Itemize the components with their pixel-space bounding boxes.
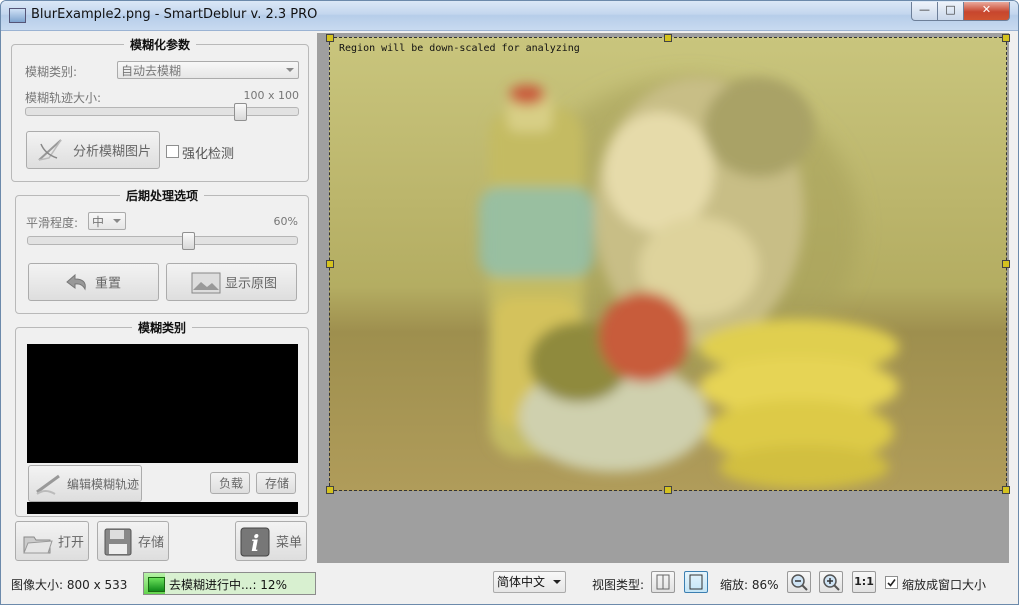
- blur-size-value: 100 x 100: [243, 89, 300, 102]
- analysis-region-selection[interactable]: [329, 37, 1007, 491]
- selection-handle[interactable]: [326, 34, 334, 42]
- edit-kernel-button[interactable]: 编辑模糊轨迹: [28, 465, 142, 502]
- selection-handle[interactable]: [1002, 486, 1010, 494]
- smooth-slider-thumb[interactable]: [182, 232, 195, 250]
- analyze-blur-label: 分析模糊图片: [73, 144, 152, 160]
- smooth-slider[interactable]: [27, 232, 298, 250]
- zoom-out-button[interactable]: [787, 571, 811, 593]
- save-kernel-label: 存储: [265, 476, 290, 491]
- blur-size-slider-thumb[interactable]: [234, 103, 247, 121]
- app-icon: [9, 8, 26, 23]
- show-original-label: 显示原图: [225, 276, 278, 292]
- split-view-button[interactable]: [651, 571, 675, 593]
- blur-kernel-group: 模糊类别 编辑模糊轨迹 负载 存储: [15, 321, 309, 517]
- smooth-label: 平滑程度:: [26, 216, 79, 230]
- smooth-value: 中: [92, 215, 105, 229]
- post-processing-title: 后期处理选项: [119, 189, 204, 203]
- image-size-readout: 图像大小: 800 x 533: [11, 578, 128, 592]
- kernel-preview-strip: [27, 502, 298, 514]
- language-value: 简体中文: [497, 575, 546, 589]
- chevron-down-icon: [553, 580, 561, 584]
- enhance-checkbox[interactable]: [166, 145, 179, 158]
- zoom-in-icon: [823, 574, 840, 591]
- load-kernel-button[interactable]: 负载: [210, 472, 250, 494]
- selection-handle[interactable]: [326, 260, 334, 268]
- close-button[interactable]: ✕: [963, 2, 1010, 21]
- fit-to-window-label: 缩放成窗口大小: [902, 578, 987, 592]
- save-kernel-button[interactable]: 存储: [256, 472, 296, 494]
- selection-handle[interactable]: [664, 486, 672, 494]
- single-view-icon: [689, 574, 703, 590]
- save-button[interactable]: 存储: [97, 521, 169, 561]
- region-notice: Region will be down-scaled for analyzing: [339, 43, 580, 54]
- post-processing-group: 后期处理选项 平滑程度: 中 60% 重置 显示原图: [15, 189, 309, 314]
- show-original-button[interactable]: 显示原图: [166, 263, 297, 301]
- blur-type-value: 自动去模糊: [121, 64, 182, 78]
- undo-icon: [66, 273, 86, 291]
- chevron-down-icon: [113, 219, 121, 223]
- floppy-disk-icon: [104, 528, 132, 556]
- analyze-blur-button[interactable]: 分析模糊图片: [26, 131, 160, 169]
- progress-indicator-icon: [148, 577, 165, 592]
- view-type-label: 视图类型:: [592, 578, 645, 592]
- kernel-preview: [27, 344, 298, 463]
- image-icon: [191, 272, 221, 294]
- info-icon: i: [240, 527, 270, 557]
- blur-type-label: 模糊类别:: [25, 65, 78, 79]
- minimize-button[interactable]: —: [911, 2, 938, 21]
- open-label: 打开: [58, 535, 85, 551]
- blur-params-title: 模糊化参数: [123, 38, 196, 52]
- edit-kernel-label: 编辑模糊轨迹: [67, 477, 140, 491]
- progress-text: 去模糊进行中...: 12%: [169, 578, 287, 592]
- language-select[interactable]: 简体中文: [493, 571, 566, 593]
- selection-handle[interactable]: [1002, 260, 1010, 268]
- reset-label: 重置: [95, 276, 122, 292]
- deblur-progress-bar: 去模糊进行中...: 12%: [143, 572, 316, 595]
- smooth-percent: 60%: [273, 215, 298, 228]
- menu-button[interactable]: i 菜单: [235, 521, 307, 561]
- load-kernel-label: 负载: [219, 476, 244, 491]
- blur-params-group: 模糊化参数 模糊类别: 自动去模糊 模糊轨迹大小: 100 x 100 分析模糊…: [11, 38, 309, 182]
- smooth-select[interactable]: 中: [88, 212, 126, 230]
- selection-handle[interactable]: [1002, 34, 1010, 42]
- maximize-button[interactable]: □: [937, 2, 964, 21]
- analyze-icon: [38, 139, 62, 161]
- save-label: 存储: [138, 535, 165, 551]
- reset-button[interactable]: 重置: [28, 263, 159, 301]
- svg-text:i: i: [251, 531, 259, 557]
- blur-size-slider[interactable]: [25, 103, 299, 121]
- app-window: BlurExample2.png - SmartDeblur v. 2.3 PR…: [0, 0, 1019, 605]
- open-button[interactable]: 打开: [15, 521, 89, 561]
- image-canvas[interactable]: Region will be down-scaled for analyzing: [317, 33, 1010, 563]
- open-folder-icon: [23, 536, 53, 554]
- blur-type-select[interactable]: 自动去模糊: [117, 61, 299, 79]
- enhance-label: 强化检测: [182, 147, 235, 162]
- split-view-icon: [656, 574, 670, 590]
- single-view-button[interactable]: [684, 571, 708, 593]
- menu-label: 菜单: [276, 535, 303, 551]
- chevron-down-icon: [286, 68, 294, 72]
- zoom-in-button[interactable]: [819, 571, 843, 593]
- fit-to-window-checkbox[interactable]: [885, 576, 898, 589]
- window-title: BlurExample2.png - SmartDeblur v. 2.3 PR…: [31, 7, 318, 22]
- blur-kernel-title: 模糊类别: [131, 321, 192, 335]
- edit-trace-icon: [36, 474, 60, 495]
- zoom-actual-size-button[interactable]: 1:1: [852, 571, 876, 593]
- title-bar[interactable]: BlurExample2.png - SmartDeblur v. 2.3 PR…: [1, 1, 1018, 31]
- selection-handle[interactable]: [326, 486, 334, 494]
- blur-size-label: 模糊轨迹大小:: [25, 91, 102, 105]
- selection-handle[interactable]: [664, 34, 672, 42]
- zoom-out-icon: [791, 574, 808, 591]
- checkmark-icon: [887, 579, 896, 587]
- zoom-readout: 缩放: 86%: [720, 578, 779, 592]
